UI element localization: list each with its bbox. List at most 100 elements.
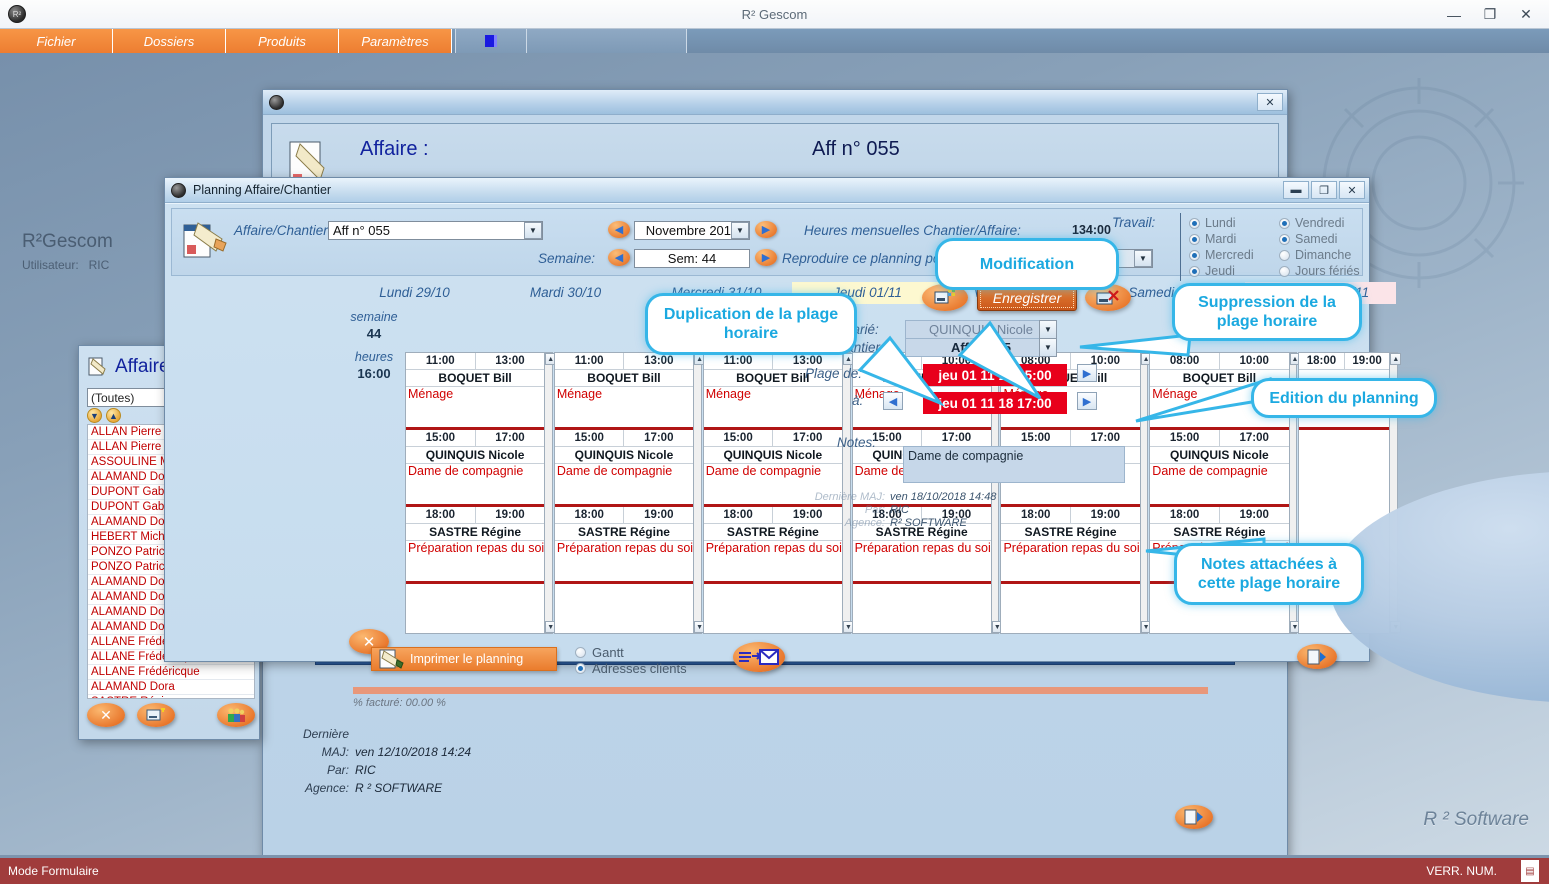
affaire-chantier-value: Aff n° 055 — [333, 223, 391, 238]
time-slot[interactable]: 18:0019:00SASTRE RéginePréparation repas… — [554, 507, 694, 584]
taskbar-tab-active[interactable] — [455, 29, 527, 53]
radio-icon[interactable] — [575, 662, 586, 674]
time-slot[interactable]: 11:00 13:00 BOQUET Bill Ménage — [406, 353, 545, 430]
travail-day-jeudi[interactable]: Jeudi — [1189, 263, 1254, 279]
slot-employee[interactable]: SASTRE Régine — [406, 524, 545, 541]
affaire-chantier-select[interactable]: Aff n° 055 ▼ — [328, 221, 543, 240]
view-options-group[interactable]: Gantt Adresses clients — [575, 644, 687, 676]
travail-day-lundi[interactable]: Lundi — [1189, 215, 1254, 231]
slot-end-time[interactable]: 13:00 — [476, 353, 545, 369]
planning-exit-button[interactable] — [1297, 644, 1337, 669]
planning-minimize-button[interactable]: ▬ — [1283, 181, 1309, 199]
maximize-button[interactable]: ❐ — [1473, 2, 1507, 28]
travail-day-jours-fériés[interactable]: Jours fériés — [1279, 263, 1360, 279]
slot-employee[interactable]: SASTRE Régine — [554, 524, 694, 541]
slot-end-time[interactable]: 19:00 — [624, 507, 693, 523]
slot-end-time[interactable]: 19:00 — [1345, 353, 1390, 369]
menu-item-produits[interactable]: Produits — [226, 29, 339, 53]
minimize-button[interactable]: — — [1437, 2, 1471, 28]
sort-ascending-icon[interactable]: ▲ — [106, 408, 121, 423]
radio-icon[interactable] — [1189, 265, 1200, 277]
slot-start-time[interactable]: 18:00 — [555, 507, 625, 523]
next-month-button[interactable]: ▶ — [755, 221, 777, 238]
menu-item-parametres[interactable]: Paramètres — [339, 29, 452, 53]
slot-task[interactable]: Préparation repas du soi — [704, 541, 842, 581]
slot-task[interactable]: Préparation repas du soi — [853, 541, 991, 581]
menu-item-dossiers[interactable]: Dossiers — [113, 29, 226, 53]
prev-month-button[interactable]: ◀ — [608, 221, 630, 238]
brand-block: R²Gescom Utilisateur: RIC — [22, 231, 113, 272]
slot-start-time[interactable]: 11:00 — [406, 353, 476, 369]
client-people-button[interactable] — [217, 703, 255, 727]
callout-modification-text: Modification — [979, 255, 1075, 273]
travail-day-mardi[interactable]: Mardi — [1189, 231, 1254, 247]
prev-week-button[interactable]: ◀ — [608, 249, 630, 266]
slot-start-time[interactable]: 18:00 — [1299, 353, 1345, 369]
affaire-label: Affaire : — [360, 138, 429, 160]
slot-start-time[interactable]: 18:00 — [1001, 507, 1072, 523]
week-summary: semaine 44 heures 16:00 — [341, 310, 407, 390]
close-button[interactable]: ✕ — [1509, 2, 1543, 28]
client-new-button[interactable] — [137, 703, 175, 727]
slot-start-time[interactable]: 18:00 — [406, 507, 476, 523]
slot-task[interactable]: Préparation repas du soi — [406, 541, 544, 581]
chevron-down-icon[interactable]: ▼ — [524, 222, 542, 239]
list-item[interactable]: SASTRE Régine — [88, 695, 254, 698]
slot-task[interactable]: Ménage — [406, 387, 544, 427]
radio-icon[interactable] — [1279, 265, 1290, 277]
travail-day-label: Vendredi — [1295, 216, 1345, 230]
people-icon — [228, 708, 245, 722]
scroll-up-icon[interactable]: ▲ — [1390, 353, 1402, 365]
radio-icon[interactable] — [1189, 249, 1200, 261]
planning-restore-button[interactable]: ❐ — [1311, 181, 1337, 199]
travail-day-dimanche[interactable]: Dimanche — [1279, 247, 1360, 263]
client-filter-value: (Toutes) — [91, 390, 135, 405]
hours-total: 16:00 — [357, 366, 391, 381]
radio-icon[interactable] — [1189, 233, 1200, 245]
planning-close-button[interactable]: ✕ — [1339, 181, 1365, 199]
time-slot[interactable]: 18:0019:00SASTRE RéginePréparation repas… — [406, 507, 545, 584]
radio-icon[interactable] — [1189, 217, 1200, 229]
slot-start-time[interactable]: 15:00 — [555, 430, 625, 446]
menu-item-fichier[interactable]: Fichier — [0, 29, 113, 53]
radio-icon[interactable] — [1279, 217, 1290, 229]
view-option-gantt[interactable]: Gantt — [575, 644, 687, 660]
slot-task[interactable]: Préparation repas du soi — [555, 541, 693, 581]
travail-day-mercredi[interactable]: Mercredi — [1189, 247, 1254, 263]
print-planning-button[interactable]: Imprimer le planning — [371, 647, 557, 671]
travail-day-vendredi[interactable]: Vendredi — [1279, 215, 1360, 231]
slot-employee[interactable]: BOQUET Bill — [406, 370, 545, 387]
window-controls: — ❐ ✕ — [1437, 0, 1543, 29]
list-item[interactable]: ALAMAND Dora — [88, 680, 254, 695]
slot-start-time[interactable]: 18:00 — [704, 507, 774, 523]
monthly-hours-label: Heures mensuelles Chantier/Affaire: — [804, 223, 1021, 238]
slot-end-time[interactable]: 17:00 — [476, 430, 545, 446]
day-column-0[interactable]: 11:00 13:00 BOQUET Bill Ménage 15:00 17:00 QUI… — [405, 352, 546, 634]
slot-task[interactable]: Dame de compagnie — [406, 464, 544, 504]
view-option-adresses-clients[interactable]: Adresses clients — [575, 660, 687, 676]
slot-maj-value: ven 18/10/2018 14:48 — [890, 491, 997, 503]
radio-icon[interactable] — [1279, 233, 1290, 245]
client-close-button[interactable]: ✕ — [87, 703, 125, 727]
radio-icon[interactable] — [575, 646, 586, 658]
send-mail-button[interactable] — [733, 642, 785, 672]
travail-day-samedi[interactable]: Samedi — [1279, 231, 1360, 247]
slot-start-time[interactable]: 15:00 — [406, 430, 476, 446]
slot-employee[interactable]: QUINQUIS Nicole — [406, 447, 545, 464]
time-slot[interactable]: 15:0017:00QUINQUIS NicoleDame de compagn… — [406, 430, 545, 507]
slot-par-value: RIC — [890, 504, 909, 516]
list-item[interactable]: ALLANE Frédéricque — [88, 665, 254, 680]
chevron-down-icon[interactable]: ▼ — [731, 222, 749, 239]
affaire-close-button[interactable]: ✕ — [1257, 93, 1283, 111]
affaire-exit-button[interactable] — [1175, 805, 1213, 829]
affaire-value: Aff n° 055 — [812, 138, 900, 160]
notes-textarea[interactable]: Dame de compagnie — [903, 446, 1125, 483]
app-title: R² Gescom — [741, 6, 808, 22]
sort-descending-icon[interactable]: ▼ — [87, 408, 102, 423]
slot-start-time[interactable]: 11:00 — [555, 353, 625, 369]
month-select[interactable]: Novembre 2018 ▼ — [634, 221, 750, 240]
day-column-scrollbar-0[interactable]: ▲ ▼ — [544, 352, 557, 634]
taskbar-tab-secondary[interactable] — [527, 29, 687, 53]
radio-icon[interactable] — [1279, 249, 1290, 261]
slot-end-time[interactable]: 19:00 — [476, 507, 545, 523]
